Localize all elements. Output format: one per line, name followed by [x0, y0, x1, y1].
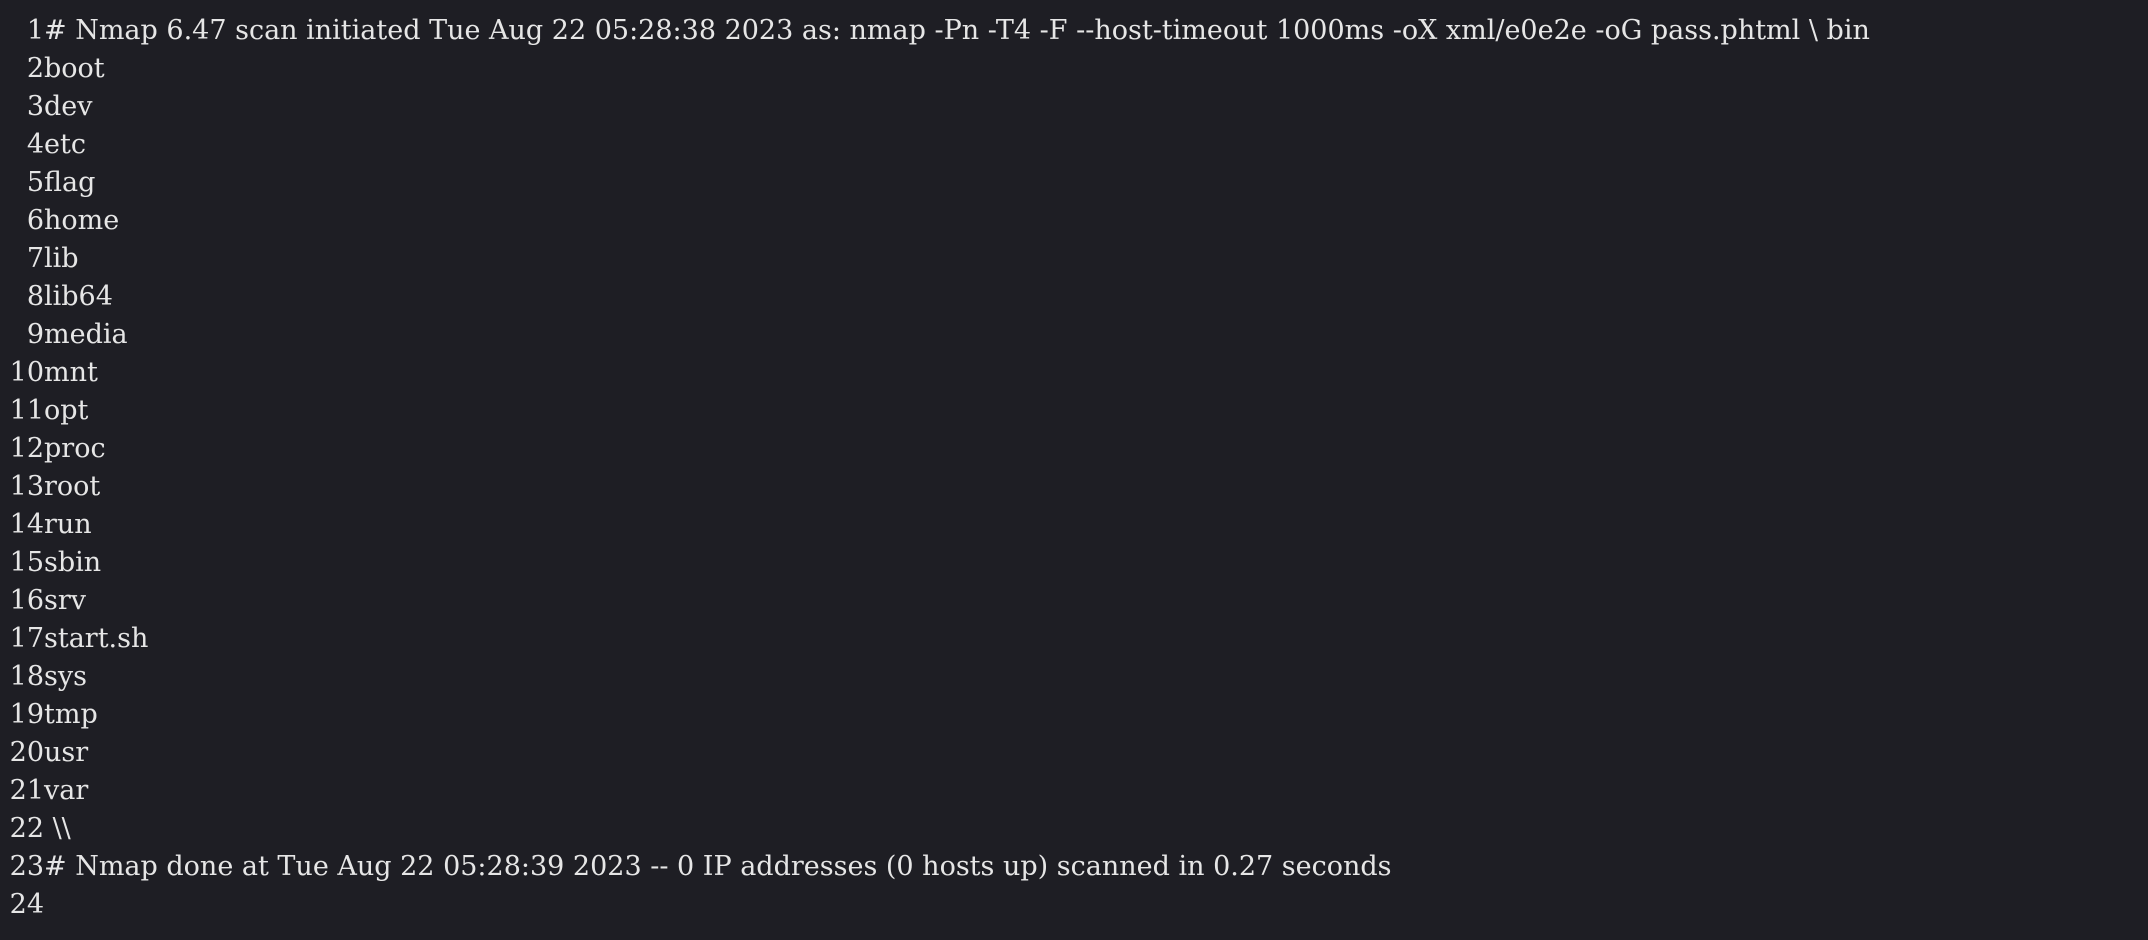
- code-line: 22 \\: [0, 810, 2148, 848]
- line-text: start.sh: [44, 623, 149, 654]
- line-number: 13: [9, 471, 44, 502]
- line-text: etc: [44, 129, 86, 160]
- line-number: 6: [26, 205, 44, 236]
- line-text: home: [44, 205, 120, 236]
- line-number: 18: [9, 661, 44, 692]
- code-line: 14 run: [0, 506, 2148, 544]
- line-text: sbin: [44, 547, 102, 578]
- code-line: 21 var: [0, 772, 2148, 810]
- line-text: flag: [44, 167, 96, 198]
- line-number: 7: [26, 243, 44, 274]
- line-text: var: [44, 775, 89, 806]
- line-text: # Nmap 6.47 scan initiated Tue Aug 22 05…: [44, 15, 1870, 46]
- line-number: 4: [26, 129, 44, 160]
- code-line: 9 media: [0, 316, 2148, 354]
- line-text: proc: [44, 433, 106, 464]
- line-text: dev: [44, 91, 93, 122]
- line-number: 2: [26, 53, 44, 84]
- code-line: 8 lib64: [0, 278, 2148, 316]
- code-line: 15 sbin: [0, 544, 2148, 582]
- code-line: 1 # Nmap 6.47 scan initiated Tue Aug 22 0…: [0, 12, 2148, 50]
- code-line: 13 root: [0, 468, 2148, 506]
- line-text: boot: [44, 53, 105, 84]
- line-number: 20: [9, 737, 44, 768]
- line-text: # Nmap done at Tue Aug 22 05:28:39 2023 …: [44, 851, 1392, 882]
- line-text: \\: [44, 813, 71, 844]
- code-line: 23 # Nmap done at Tue Aug 22 05:28:39 202…: [0, 848, 2148, 886]
- line-number: 10: [9, 357, 44, 388]
- code-line: 3 dev: [0, 88, 2148, 126]
- line-number: 3: [26, 91, 44, 122]
- line-number: 5: [26, 167, 44, 198]
- line-number: 12: [9, 433, 44, 464]
- code-area[interactable]: 1 # Nmap 6.47 scan initiated Tue Aug 22 0…: [0, 12, 2148, 924]
- code-line: 11 opt: [0, 392, 2148, 430]
- line-number: 11: [9, 395, 44, 426]
- code-line: 10 mnt: [0, 354, 2148, 392]
- line-text: srv: [44, 585, 87, 616]
- line-number: 21: [9, 775, 44, 806]
- line-number: 22: [9, 813, 44, 844]
- line-text: usr: [44, 737, 89, 768]
- line-text: root: [44, 471, 101, 502]
- line-text: run: [44, 509, 92, 540]
- line-number: 1: [26, 15, 44, 46]
- line-text: tmp: [44, 699, 98, 730]
- line-number: 14: [9, 509, 44, 540]
- code-line: 17 start.sh: [0, 620, 2148, 658]
- line-number: 8: [26, 281, 44, 312]
- code-line: 12 proc: [0, 430, 2148, 468]
- line-number: 23: [9, 851, 44, 882]
- line-number: 15: [9, 547, 44, 578]
- line-number: 17: [9, 623, 44, 654]
- line-number: 19: [9, 699, 44, 730]
- line-text: sys: [44, 661, 87, 692]
- line-text: lib64: [44, 281, 113, 312]
- line-number: 24: [9, 889, 44, 920]
- line-text: media: [44, 319, 128, 350]
- code-line: 2 boot: [0, 50, 2148, 88]
- text-viewer[interactable]: 1 # Nmap 6.47 scan initiated Tue Aug 22 0…: [0, 0, 2148, 940]
- line-number: 16: [9, 585, 44, 616]
- code-line: 24: [0, 886, 2148, 924]
- line-number: 9: [26, 319, 44, 350]
- line-text: lib: [44, 243, 79, 274]
- code-line: 19 tmp: [0, 696, 2148, 734]
- code-line: 6 home: [0, 202, 2148, 240]
- code-line: 18 sys: [0, 658, 2148, 696]
- line-text: opt: [44, 395, 89, 426]
- line-text: mnt: [44, 357, 98, 388]
- code-line: 7 lib: [0, 240, 2148, 278]
- code-line: 5 flag: [0, 164, 2148, 202]
- code-line: 16 srv: [0, 582, 2148, 620]
- code-line: 20 usr: [0, 734, 2148, 772]
- code-line: 4 etc: [0, 126, 2148, 164]
